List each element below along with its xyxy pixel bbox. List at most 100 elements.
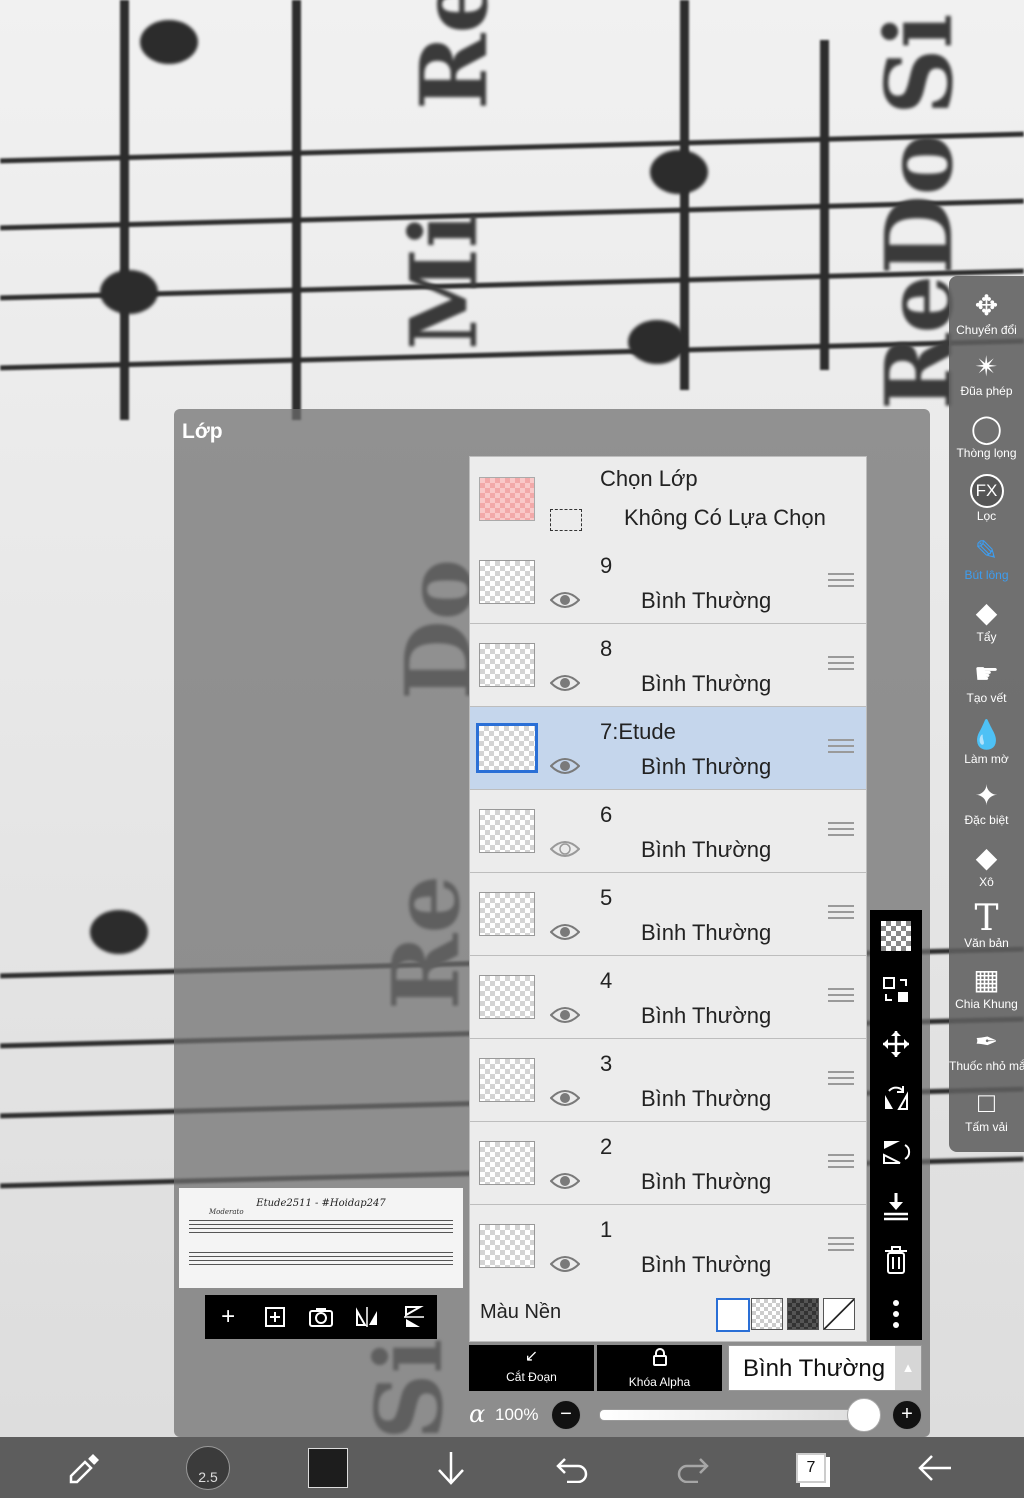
tool-bucket[interactable]: ◆ Xô — [949, 834, 1024, 892]
tool-text[interactable]: T Văn bản — [949, 895, 1024, 953]
tool-eyedropper[interactable]: ✒ Thuốc nhỏ mắt — [949, 1018, 1024, 1076]
opacity-slider[interactable] — [599, 1409, 863, 1421]
alpha-lock-button[interactable]: Khóa Alpha — [597, 1345, 722, 1391]
eye-icon[interactable] — [550, 1171, 580, 1191]
trash-icon[interactable] — [880, 1244, 912, 1276]
canvas-note-text: Re — [400, 0, 508, 110]
tool-special[interactable]: ✦ Đặc biệt — [949, 772, 1024, 830]
selection-layer-row[interactable]: Chọn Lớp Không Có Lựa Chọn — [470, 457, 866, 542]
frame-divider-icon: ▦ — [973, 964, 1000, 996]
quick-menu-icon[interactable] — [50, 1437, 120, 1498]
back-arrow-icon[interactable] — [900, 1437, 970, 1498]
layer-thumbnail — [479, 560, 535, 604]
add-layer-icon[interactable]: + — [210, 1299, 246, 1335]
layer-row[interactable]: 8 Bình Thường — [470, 624, 866, 707]
redo-icon[interactable] — [658, 1437, 728, 1498]
blend-mode-select[interactable]: Bình Thường ▲ — [728, 1345, 922, 1391]
layer-row[interactable]: 4 Bình Thường — [470, 956, 866, 1039]
layer-thumbnail — [479, 1141, 535, 1185]
layer-count: 7 — [796, 1452, 826, 1483]
clip-button[interactable]: ↙ Cắt Đoạn — [469, 1345, 594, 1391]
note-head — [650, 150, 708, 194]
drag-handle-icon[interactable] — [828, 988, 854, 1006]
eye-icon[interactable] — [550, 922, 580, 942]
bg-checker-light-swatch[interactable] — [751, 1298, 783, 1330]
chevron-up-icon: ▲ — [895, 1346, 921, 1390]
flip-layer-vertical-icon[interactable] — [880, 1136, 912, 1168]
drag-handle-icon[interactable] — [828, 656, 854, 674]
eye-icon[interactable] — [550, 673, 580, 693]
eye-icon[interactable] — [550, 839, 580, 859]
tool-eraser[interactable]: ◆ Tẩy — [949, 589, 1024, 647]
arrow-down-icon[interactable] — [416, 1437, 486, 1498]
flip-horizontal-icon[interactable] — [349, 1299, 385, 1335]
tool-brush[interactable]: ✎ Bút lông — [949, 527, 1024, 585]
layer-blend-mode: Bình Thường — [641, 837, 772, 862]
layer-row[interactable]: 1 Bình Thường — [470, 1205, 866, 1288]
layer-row[interactable]: 7:Etude Bình Thường — [470, 707, 866, 790]
tool-frame-divider[interactable]: ▦ Chia Khung — [949, 956, 1024, 1014]
drag-handle-icon[interactable] — [828, 905, 854, 923]
bg-checker-dark-swatch[interactable] — [787, 1298, 819, 1330]
merge-down-icon[interactable] — [880, 1190, 912, 1222]
layers-button[interactable]: 7 — [776, 1437, 846, 1498]
layer-row[interactable]: 5 Bình Thường — [470, 873, 866, 956]
note-head — [90, 910, 148, 954]
eye-icon[interactable] — [550, 590, 580, 610]
drag-handle-icon[interactable] — [828, 573, 854, 591]
layer-name: 4 — [600, 968, 613, 993]
camera-icon[interactable] — [303, 1299, 339, 1335]
eye-icon[interactable] — [550, 756, 580, 776]
note-head — [140, 20, 198, 64]
bg-none-swatch[interactable] — [823, 1298, 855, 1330]
smudge-icon: ☛ — [973, 657, 1000, 689]
background-color-row: Màu Nền — [470, 1287, 866, 1341]
color-picker-button[interactable] — [293, 1437, 363, 1498]
canvas-note-text: Do — [865, 133, 973, 275]
drag-handle-icon[interactable] — [828, 1237, 854, 1255]
brush-size-button[interactable]: 2.5 — [173, 1437, 243, 1498]
tool-magic-wand[interactable]: ✴ Đũa phép — [949, 343, 1024, 401]
drag-handle-icon[interactable] — [828, 1071, 854, 1089]
drag-handle-icon[interactable] — [828, 739, 854, 757]
eye-icon[interactable] — [550, 1254, 580, 1274]
opacity-decrease-button[interactable]: − — [551, 1400, 581, 1430]
eye-icon[interactable] — [550, 1088, 580, 1108]
tool-label: Chia Khung — [955, 997, 1018, 1012]
more-options-icon[interactable] — [880, 1298, 912, 1330]
opacity-slider-knob[interactable] — [847, 1398, 881, 1432]
layer-thumbnail — [479, 892, 535, 936]
tool-label: Bút lông — [964, 568, 1009, 583]
layer-blend-mode: Bình Thường — [641, 1252, 772, 1277]
layer-row[interactable]: 3 Bình Thường — [470, 1039, 866, 1122]
tool-label: Tẩy — [976, 629, 997, 644]
undo-icon[interactable] — [537, 1437, 607, 1498]
flip-layer-horizontal-icon[interactable] — [880, 1082, 912, 1114]
layer-row[interactable]: 2 Bình Thường — [470, 1122, 866, 1205]
bg-white-swatch[interactable] — [716, 1298, 750, 1332]
layer-thumbnail — [479, 1224, 535, 1268]
layer-name: 8 — [600, 636, 613, 661]
checker-icon[interactable] — [880, 920, 912, 952]
opacity-increase-button[interactable]: + — [892, 1400, 922, 1430]
tool-blur[interactable]: 💧 Làm mờ — [949, 711, 1024, 769]
tool-smudge[interactable]: ☛ Tạo vết — [949, 650, 1024, 708]
transform-layer-icon[interactable] — [880, 974, 912, 1006]
tool-canvas[interactable]: □ Tấm vải — [949, 1079, 1024, 1137]
tool-fx[interactable]: FX Lọc — [949, 466, 1024, 524]
canvas-note-text: Mi — [390, 213, 498, 350]
selection-status: Không Có Lựa Chọn — [624, 505, 826, 530]
flip-vertical-icon[interactable] — [396, 1299, 432, 1335]
move-layer-icon[interactable] — [880, 1028, 912, 1060]
eye-icon[interactable] — [550, 1005, 580, 1025]
tool-lasso[interactable]: ◯ Thòng lọng — [949, 405, 1024, 463]
note-head — [100, 270, 158, 314]
drag-handle-icon[interactable] — [828, 1154, 854, 1172]
drag-handle-icon[interactable] — [828, 822, 854, 840]
layer-row[interactable]: 6 Bình Thường — [470, 790, 866, 873]
lock-icon — [597, 1348, 722, 1371]
tool-move[interactable]: ✥ Chuyển đổi — [949, 282, 1024, 340]
note-stem — [292, 0, 301, 420]
layer-row[interactable]: 9 Bình Thường — [470, 541, 866, 624]
add-layer-copy-icon[interactable] — [257, 1299, 293, 1335]
